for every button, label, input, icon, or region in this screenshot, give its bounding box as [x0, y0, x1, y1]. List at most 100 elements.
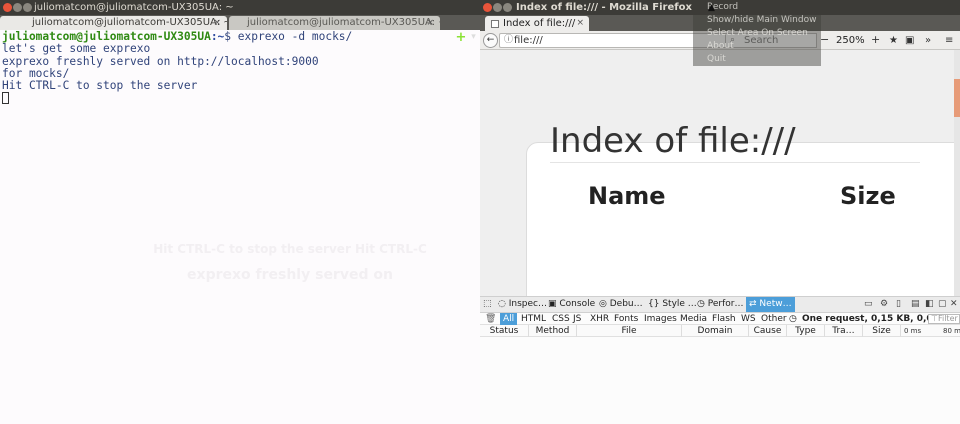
screenshot-icon[interactable]: ▣ — [905, 33, 914, 48]
tab-debugger[interactable]: ◎ Debu… — [599, 297, 643, 312]
info-icon[interactable]: ⓘ — [504, 34, 513, 47]
timer-icon: ◷ — [789, 314, 797, 324]
responsive-mode-icon[interactable]: ▯ — [896, 297, 901, 312]
tab-label: Debu… — [609, 299, 643, 309]
filter-xhr[interactable]: XHR — [590, 313, 609, 325]
column-transferred[interactable]: Tra… — [825, 325, 863, 337]
maximize-window-button[interactable] — [503, 3, 512, 12]
filter-images[interactable]: Images — [644, 313, 677, 325]
menu-item-quit[interactable]: Quit — [707, 53, 726, 65]
tab-style-editor[interactable]: {} Style … — [648, 297, 697, 312]
column-domain[interactable]: Domain — [682, 325, 749, 337]
close-devtools-icon[interactable]: ✕ — [950, 297, 958, 312]
element-picker-icon[interactable]: ⬚ — [483, 297, 492, 312]
performance-icon: ◷ — [697, 299, 705, 309]
menu-item-select-area[interactable]: Select Area On Screen — [707, 27, 808, 39]
split-console-icon[interactable]: ▭ — [864, 297, 873, 312]
ghost-line: exprexo freshly served on — [187, 267, 393, 283]
column-header-name[interactable]: Name — [588, 181, 666, 211]
close-window-button[interactable] — [3, 3, 12, 12]
tab-performance[interactable]: ◷ Perfor… — [697, 297, 743, 312]
console-icon: ▣ — [548, 299, 557, 309]
debugger-icon: ◎ — [599, 299, 607, 309]
hamburger-menu-icon[interactable]: ≡ — [945, 33, 953, 48]
page-heading: Index of file:/// — [550, 121, 796, 161]
tab-console[interactable]: ▣ Console — [548, 297, 595, 312]
page-icon — [491, 20, 499, 28]
tab-label: Perfor… — [707, 299, 744, 309]
browser-tab-label: Index of file:/// — [503, 18, 576, 29]
filter-media[interactable]: Media — [680, 313, 707, 325]
scrollbar-thumb[interactable] — [954, 79, 960, 117]
dock-side-icon[interactable]: ◧ — [925, 297, 934, 312]
terminal-window-title: juliomatcom@juliomatcom-UX305UA: ~ — [34, 2, 234, 13]
close-tab-icon[interactable]: × — [426, 16, 434, 30]
style-editor-icon: {} — [648, 299, 660, 309]
column-cause[interactable]: Cause — [749, 325, 787, 337]
page-card — [526, 142, 954, 296]
browser-tab[interactable]: Index of file:/// × — [485, 16, 589, 31]
filter-css[interactable]: CSS — [552, 313, 570, 325]
terminal-output[interactable]: juliomatcom@juliomatcom-UX305UA:~$ expre… — [0, 30, 480, 424]
column-type[interactable]: Type — [787, 325, 825, 337]
waterfall-tick: 80 m — [943, 327, 960, 335]
prompt-user: juliomatcom@juliomatcom-UX305UA — [2, 30, 211, 43]
menu-item-about[interactable]: About — [707, 40, 734, 52]
column-status[interactable]: Status — [480, 325, 529, 337]
zoom-out-button[interactable]: − — [820, 33, 829, 47]
menu-item-show-hide-main-window[interactable]: Show/hide Main Window — [707, 14, 816, 26]
requests-table-header: Status Method File Domain Cause Type Tra… — [480, 325, 960, 337]
overflow-chevron-icon[interactable]: » — [925, 33, 931, 48]
prompt-command: $ exprexo -d mocks/ — [224, 30, 353, 43]
terminal-tab-home[interactable]: juliomatcom@juliomatcom-UX305UA: ~ × — [0, 16, 227, 30]
filter-fonts[interactable]: Fonts — [614, 313, 638, 325]
bookmark-star-icon[interactable]: ★ — [889, 33, 898, 48]
inspector-icon: ◌ — [498, 299, 506, 309]
column-waterfall[interactable]: 0 ms 80 m — [901, 325, 960, 337]
clear-requests-icon[interactable]: 🗑 — [485, 313, 496, 325]
page-scrollbar[interactable] — [954, 50, 960, 296]
tab-inspector[interactable]: ◌ Inspec… — [498, 297, 547, 312]
undock-icon[interactable]: ▢ — [938, 297, 947, 312]
network-icon: ⇄ — [749, 299, 757, 309]
filter-other[interactable]: Other — [761, 313, 787, 325]
filter-ws[interactable]: WS — [741, 313, 756, 325]
tab-label: Netw… — [759, 299, 792, 309]
tab-label: Console — [559, 299, 596, 309]
filter-all[interactable]: All — [500, 313, 518, 325]
filter-html[interactable]: HTML — [521, 313, 546, 325]
request-summary: One request, 0,15 KB, 0,02 s — [802, 314, 948, 324]
maximize-window-button[interactable] — [23, 3, 32, 12]
column-header-size[interactable]: Size — [840, 181, 896, 211]
url-text: file:/// — [514, 35, 543, 46]
page-viewport[interactable]: Index of file:/// Name Size — [480, 50, 954, 296]
close-tab-icon[interactable]: × — [213, 16, 221, 30]
filter-flash[interactable]: Flash — [712, 313, 736, 325]
terminal-tab-mocks[interactable]: juliomatcom@juliomatcom-UX305UA: ~/mocks… — [229, 16, 440, 30]
dock-bottom-icon[interactable]: ▤ — [911, 297, 920, 312]
back-button[interactable]: ← — [483, 33, 498, 48]
zoom-in-button[interactable]: + — [871, 33, 880, 47]
ghost-line: Hit CTRL-C to stop the server Hit CTRL-C — [153, 242, 427, 256]
filter-icon: ⊤ — [931, 314, 938, 323]
column-file[interactable]: File — [577, 325, 682, 337]
filter-js[interactable]: JS — [573, 313, 581, 325]
column-method[interactable]: Method — [529, 325, 577, 337]
tab-network[interactable]: ⇄ Netw… — [746, 297, 795, 312]
output-line: Hit CTRL-C to stop the server — [2, 79, 198, 93]
heading-divider — [550, 162, 920, 163]
column-size[interactable]: Size — [863, 325, 901, 337]
settings-icon[interactable]: ⚙ — [880, 297, 888, 312]
minimize-window-button[interactable] — [13, 3, 22, 12]
tab-label: Style … — [662, 299, 697, 309]
terminal-cursor — [2, 92, 9, 105]
prompt-path: :~ — [210, 30, 225, 43]
devtools-tab-bar: ⬚ ◌ Inspec… ▣ Console ◎ Debu… {} Style …… — [480, 297, 960, 313]
close-window-button[interactable] — [483, 3, 492, 12]
zoom-level[interactable]: 250% — [836, 33, 865, 48]
minimize-window-button[interactable] — [493, 3, 502, 12]
terminal-titlebar[interactable]: juliomatcom@juliomatcom-UX305UA: ~ — [0, 0, 480, 15]
close-tab-icon[interactable]: × — [576, 16, 584, 31]
tab-label: Inspec… — [508, 299, 547, 309]
filter-urls-input[interactable]: ⊤Filter — [928, 314, 960, 324]
